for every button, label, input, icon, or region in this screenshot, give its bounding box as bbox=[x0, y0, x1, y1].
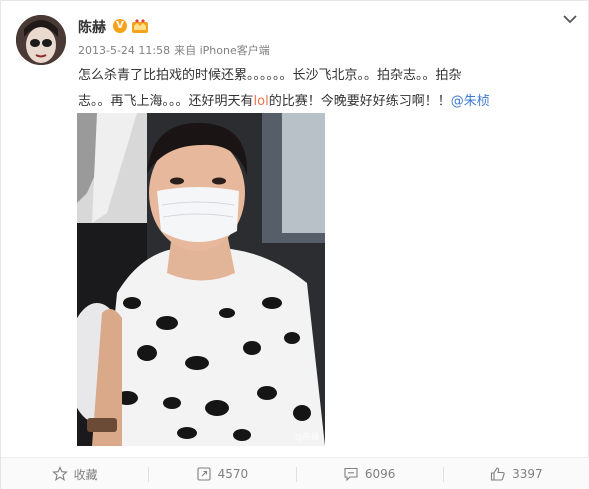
post-timestamp[interactable]: 2013-5-24 11:58 bbox=[78, 44, 170, 57]
repost-count: 4570 bbox=[217, 467, 249, 481]
highlight-keyword: lol bbox=[253, 94, 269, 109]
comment-count: 6096 bbox=[364, 467, 396, 481]
post-source: 来自 iPhone客户端 bbox=[174, 44, 270, 57]
member-crown-icon[interactable] bbox=[131, 18, 149, 34]
favorite-button[interactable]: 收藏 bbox=[1, 458, 148, 489]
post-meta: 2013-5-24 11:58 来自 iPhone客户端 bbox=[78, 42, 270, 58]
star-icon bbox=[51, 466, 68, 481]
post-text-line-1: 怎么杀青了比拍戏的时候还累。。。。。。长沙飞北京。。拍杂志。。拍杂 bbox=[78, 68, 462, 83]
comment-button[interactable]: 6096 bbox=[295, 458, 443, 489]
action-bar: 收藏 4570 6096 3397 bbox=[1, 457, 589, 489]
weibo-card: 陈赫 V 2013-5-24 11:58 来自 iPhone客户端 怎么杀青了比拍… bbox=[0, 0, 589, 489]
repost-button[interactable]: 4570 bbox=[148, 458, 295, 489]
like-count: 3397 bbox=[512, 467, 543, 481]
user-avatar[interactable] bbox=[16, 15, 66, 65]
mention-link[interactable]: @朱桢 bbox=[451, 94, 490, 109]
post-body: 怎么杀青了比拍戏的时候还累。。。。。。长沙飞北京。。拍杂志。。拍杂 志。。再飞上… bbox=[78, 63, 548, 115]
like-button[interactable]: 3397 bbox=[442, 458, 589, 489]
chevron-down-icon[interactable] bbox=[562, 13, 578, 25]
verified-badge-icon: V bbox=[113, 19, 127, 33]
thumbs-up-icon bbox=[491, 467, 505, 481]
repost-icon bbox=[197, 467, 211, 481]
username[interactable]: 陈赫 bbox=[78, 17, 106, 37]
photo-watermark: @陈赫 bbox=[295, 432, 319, 441]
post-text-line-2: 志。。再飞上海。。。还好明天有lol的比赛！今晚要好好练习啊！！@朱桢 bbox=[78, 94, 490, 109]
post-photo[interactable]: @陈赫 bbox=[77, 113, 325, 446]
comment-icon bbox=[344, 467, 358, 482]
favorite-label: 收藏 bbox=[73, 467, 98, 482]
